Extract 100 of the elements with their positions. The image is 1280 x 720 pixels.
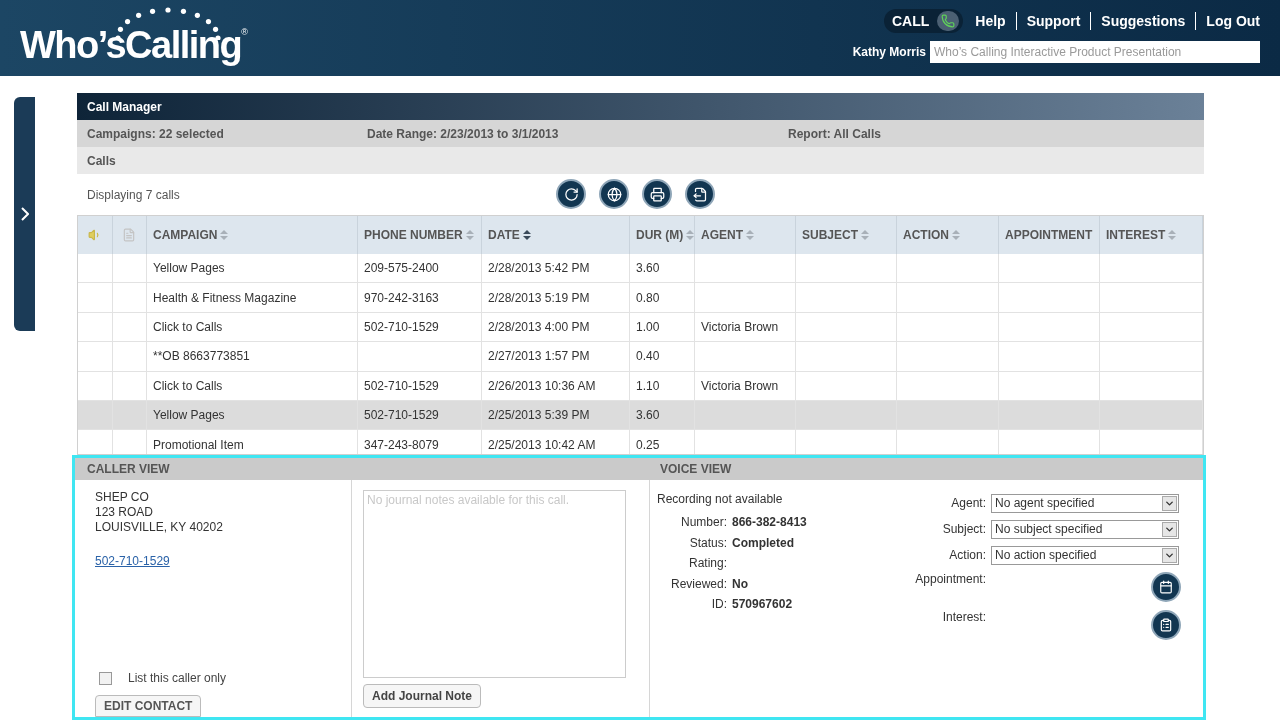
- printer-icon: [649, 186, 665, 202]
- header-link[interactable]: Help: [975, 10, 1006, 32]
- dropdown[interactable]: No agent specified: [991, 493, 1179, 513]
- field-label: Interest:: [941, 609, 987, 626]
- registered-mark: ®: [241, 27, 248, 37]
- header-link[interactable]: Support: [1026, 10, 1081, 32]
- detail-label: Rating:: [687, 555, 728, 573]
- table-cell-text: **OB 8663773851: [153, 348, 250, 366]
- calendar-icon: [1159, 580, 1173, 594]
- export-icon: [692, 186, 708, 202]
- field-label: Agent:: [950, 495, 987, 512]
- expand-icon: [20, 207, 29, 221]
- call-count: Displaying 7 calls: [87, 186, 180, 204]
- header-link[interactable]: Log Out: [1206, 10, 1260, 32]
- recording-status: Recording not available: [657, 491, 784, 508]
- table-cell-text: 0.25: [636, 436, 660, 454]
- sort-icon: [1167, 229, 1178, 241]
- table-row[interactable]: Yellow Pages 502-710-1529 2/25/2013 5:39 PM 3.60: [78, 400, 1203, 431]
- sort-icon: [860, 229, 870, 241]
- table-row[interactable]: **OB 8663773851 2/27/2013 1:57 PM 0.40: [78, 342, 1203, 372]
- table-cell-text: 2/25/2013 5:39 PM: [488, 407, 590, 425]
- detail-value: Completed: [732, 534, 794, 552]
- panel-title: Call Manager: [87, 98, 162, 116]
- campaigns-summary: Campaigns: 22 selected: [87, 125, 225, 143]
- phone-link[interactable]: 502-710-1529: [95, 552, 170, 570]
- interest-button[interactable]: [1151, 610, 1181, 640]
- export-button[interactable]: [685, 179, 715, 209]
- detail-value: 570967602: [732, 596, 793, 614]
- table-cell-text: Yellow Pages: [153, 407, 225, 425]
- table-cell-text: 2/28/2013 5:42 PM: [488, 260, 590, 278]
- table-cell-text: Health & Fitness Magazine: [153, 289, 297, 307]
- section-header: VOICE VIEW: [660, 461, 732, 478]
- checkbox-label: List this caller only: [128, 670, 227, 687]
- detail-label: Status:: [688, 534, 728, 552]
- table-cell-text: 2/26/2013 10:36 AM: [488, 377, 596, 395]
- table-row[interactable]: Yellow Pages 209-575-2400 2/28/2013 5:42 PM 3.60: [78, 254, 1203, 284]
- report-type: Report: All Calls: [788, 125, 881, 143]
- table-cell-text: Click to Calls: [153, 318, 223, 336]
- phone-icon: [941, 14, 956, 28]
- table-cell-text: Victoria Brown: [701, 318, 779, 336]
- clipboard-icon: [1159, 618, 1173, 632]
- table-cell-text: 502-710-1529: [364, 407, 439, 425]
- table-cell-text: Promotional Item: [153, 436, 244, 454]
- section-title: Calls: [87, 152, 116, 170]
- detail-value: 866-382-8413: [732, 514, 807, 532]
- globe-button[interactable]: [599, 179, 629, 209]
- detail-value: No: [732, 575, 748, 593]
- table-cell-text: 209-575-2400: [364, 260, 439, 278]
- detail-label: Reviewed:: [669, 575, 728, 593]
- table-cell-text: 1.00: [636, 318, 660, 336]
- globe-icon: [606, 186, 622, 202]
- table-cell-text: 1.10: [636, 377, 660, 395]
- search-field[interactable]: Who’s Calling Interactive Product Presentation: [930, 41, 1260, 63]
- table-cell-text: 502-710-1529: [364, 377, 439, 395]
- address-line: 123 ROAD: [95, 505, 155, 520]
- table-cell-text: 2/28/2013 5:19 PM: [488, 289, 590, 307]
- address-line: SHEP CO: [95, 490, 150, 505]
- side-panel-toggle[interactable]: [14, 97, 35, 331]
- table-cell-text: 0.80: [636, 289, 660, 307]
- table-cell-text: 502-710-1529: [364, 318, 439, 336]
- table-cell-text: Yellow Pages: [153, 260, 225, 278]
- sort-icon: [745, 229, 755, 241]
- sort-ascending-icon: [521, 229, 532, 241]
- detail-label: ID:: [710, 596, 728, 614]
- sort-icon: [464, 229, 475, 241]
- sort-icon: [685, 229, 694, 241]
- refresh-button[interactable]: [556, 179, 586, 209]
- section-header: CALLER VIEW: [86, 461, 171, 478]
- table-cell-text: Victoria Brown: [701, 377, 779, 395]
- table-cell-text: 3.60: [636, 260, 660, 278]
- call-button[interactable]: CALL: [884, 9, 964, 33]
- logo-text: Who’sCalling: [20, 24, 242, 66]
- checkbox[interactable]: [99, 671, 112, 685]
- sort-icon: [951, 229, 961, 241]
- add-journal-note-button[interactable]: Add Journal Note: [363, 684, 481, 708]
- table-cell-text: 347-243-8079: [364, 436, 439, 454]
- table-row[interactable]: Click to Calls 502-710-1529 2/26/2013 10:36 AM 1.10 Victoria Brown: [78, 371, 1203, 401]
- table-cell-text: Click to Calls: [153, 377, 223, 395]
- refresh-icon: [563, 186, 579, 202]
- dropdown[interactable]: No subject specified: [991, 519, 1179, 539]
- print-button[interactable]: [642, 179, 672, 209]
- sort-icon: [219, 229, 230, 241]
- table-cell-text: 2/28/2013 4:00 PM: [488, 318, 590, 336]
- note-icon: [122, 228, 137, 242]
- detail-label: Number:: [680, 514, 728, 532]
- table-row[interactable]: Click to Calls 502-710-1529 2/28/2013 4:00 PM 1.00 Victoria Brown: [78, 312, 1203, 343]
- field-label: Appointment:: [914, 571, 987, 588]
- table-cell-text: 2/27/2013 1:57 PM: [488, 348, 590, 366]
- table-row[interactable]: Health & Fitness Magazine 970-242-3163 2/28/2013 5:19 PM 0.80: [78, 283, 1203, 313]
- table-cell-text: 3.60: [636, 407, 660, 425]
- edit-contact-button[interactable]: EDIT CONTACT: [95, 695, 202, 717]
- dropdown[interactable]: No action specified: [991, 545, 1179, 565]
- field-label: Action:: [948, 547, 987, 564]
- header-link[interactable]: Suggestions: [1101, 10, 1186, 32]
- date-range: Date Range: 2/23/2013 to 3/1/2013: [367, 125, 560, 143]
- table-cell-text: 0.40: [636, 348, 660, 366]
- field-label: Subject:: [941, 521, 987, 538]
- appointment-button[interactable]: [1151, 572, 1181, 602]
- user-name: Kathy Morris: [852, 44, 926, 61]
- table-cell-text: 2/25/2013 10:42 AM: [488, 436, 596, 454]
